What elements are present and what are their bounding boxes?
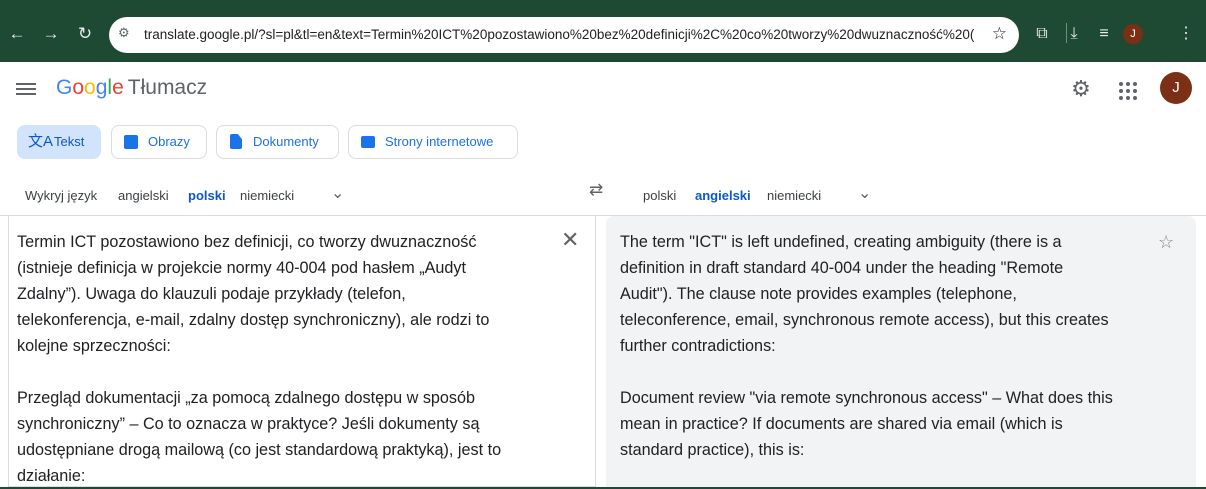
target-lang-more-icon[interactable]: ⌄ (858, 183, 871, 203)
url-text[interactable]: translate.google.pl/?sl=pl&tl=en&text=Te… (144, 27, 974, 45)
target-lang-german[interactable]: niemiecki (767, 188, 821, 212)
account-avatar[interactable]: J (1160, 72, 1192, 104)
source-lang-detect[interactable]: Wykryj język (25, 188, 97, 212)
target-lang-english[interactable]: angielski (695, 188, 751, 219)
logo-letter: o (84, 76, 96, 99)
download-icon[interactable]: ⤓ (1062, 22, 1086, 46)
site-settings-icon[interactable]: ⚙ (118, 25, 130, 41)
reading-list-icon[interactable]: ≡ (1092, 22, 1116, 46)
source-text-panel: Termin ICT pozostawiono bez definicji, c… (8, 216, 596, 487)
target-lang-polish[interactable]: polski (643, 188, 676, 212)
address-bar[interactable]: ⚙ translate.google.pl/?sl=pl&tl=en&text=… (109, 17, 1019, 53)
tab-label: Dokumenty (253, 134, 319, 149)
swap-languages-icon[interactable]: ⇄ (589, 180, 603, 200)
logo-letter: G (56, 76, 73, 99)
main-menu-icon[interactable] (16, 80, 36, 96)
logo-letter: g (95, 76, 108, 99)
source-lang-more-icon[interactable]: ⌄ (331, 183, 344, 203)
tab-images[interactable]: Obrazy (111, 125, 207, 159)
translation-panel: The term "ICT" is left undefined, creati… (606, 216, 1196, 487)
tab-text[interactable]: 文A Tekst (17, 125, 101, 159)
forward-icon[interactable]: → (40, 23, 62, 45)
google-translate-logo[interactable]: Google Tłumacz (56, 76, 207, 100)
back-icon[interactable]: ← (6, 23, 28, 45)
bookmark-star-icon[interactable]: ☆ (992, 24, 1007, 44)
image-icon (124, 135, 138, 149)
document-icon (230, 134, 242, 149)
tab-websites[interactable]: Strony internetowe (348, 125, 518, 159)
translate-page: Google Tłumacz ⚙ J 文A Tekst Obrazy Dokume… (0, 62, 1206, 487)
browser-menu-icon[interactable]: ⋮ (1174, 22, 1198, 46)
reload-icon[interactable]: ↻ (74, 23, 96, 45)
clear-text-icon[interactable]: ✕ (561, 229, 579, 251)
tab-documents[interactable]: Dokumenty (216, 125, 339, 159)
translation-output: The term "ICT" is left undefined, creati… (620, 233, 1113, 459)
google-apps-icon[interactable] (1114, 76, 1140, 102)
settings-gear-icon[interactable]: ⚙ (1068, 76, 1094, 102)
browser-toolbar: ← → ↻ ⚙ translate.google.pl/?sl=pl&tl=en… (0, 0, 1206, 62)
tab-label: Strony internetowe (385, 134, 494, 149)
web-icon (361, 136, 375, 148)
logo-letter: e (112, 76, 124, 99)
source-lang-polish[interactable]: polski (188, 188, 226, 219)
extensions-icon[interactable]: ⧉ (1030, 22, 1054, 46)
save-translation-star-icon[interactable]: ☆ (1158, 232, 1174, 253)
product-name: Tłumacz (127, 76, 208, 99)
logo-letter: o (72, 76, 85, 99)
source-textarea[interactable]: Termin ICT pozostawiono bez definicji, c… (17, 229, 547, 489)
translate-icon: 文A (28, 133, 54, 150)
tab-label: Obrazy (148, 134, 190, 149)
tab-label: Tekst (54, 134, 85, 149)
browser-profile-avatar[interactable]: J (1123, 24, 1143, 44)
source-lang-german[interactable]: niemiecki (240, 188, 294, 212)
source-lang-english[interactable]: angielski (118, 188, 169, 212)
